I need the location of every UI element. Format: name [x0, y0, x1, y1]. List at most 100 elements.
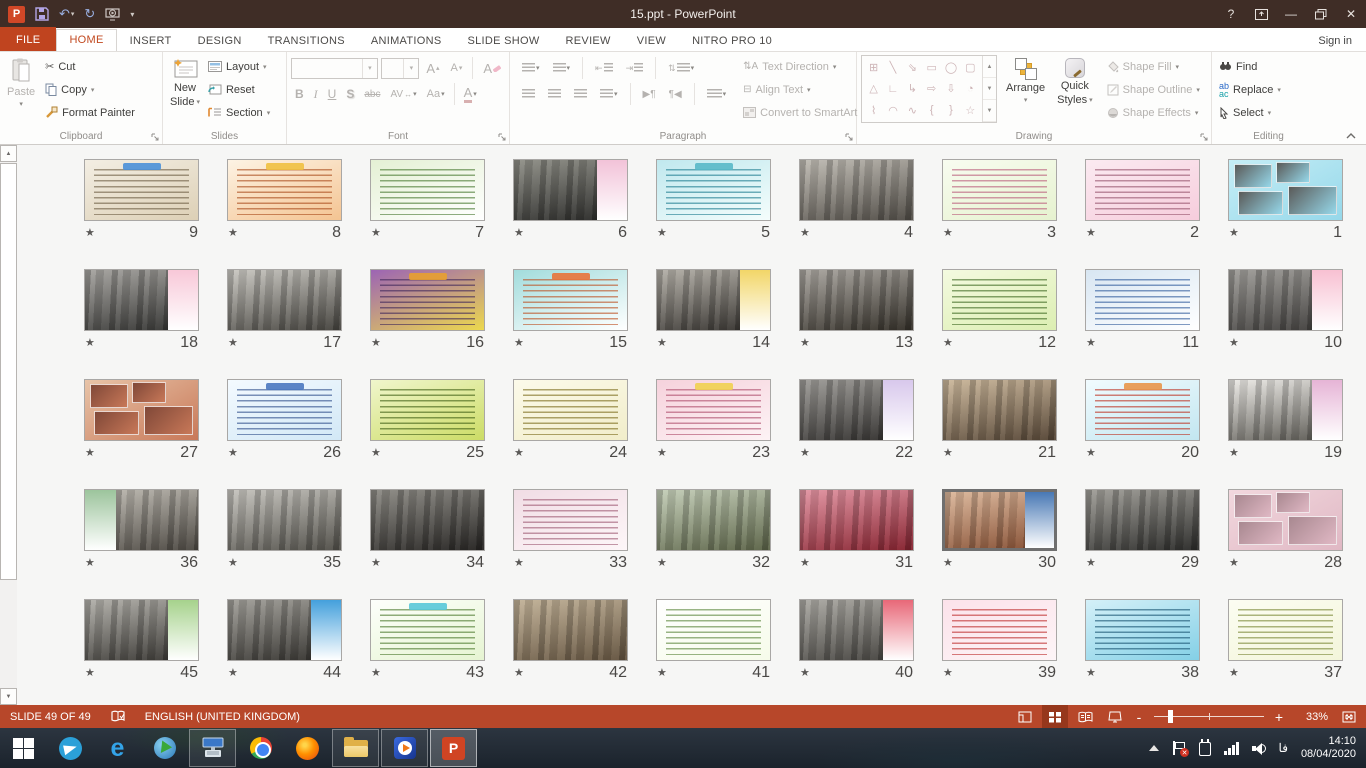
transition-star-icon[interactable]: ★	[85, 446, 95, 459]
fit-slide-to-window-icon[interactable]	[1336, 705, 1362, 728]
slide-thumbnail[interactable]	[84, 599, 199, 661]
section-dropdown-icon[interactable]: ▾	[267, 109, 271, 117]
slide-thumbnail[interactable]	[1085, 379, 1200, 441]
taskbar-powerpoint[interactable]: P	[430, 729, 477, 767]
power-plug-icon[interactable]	[1199, 742, 1211, 756]
help-icon[interactable]: ?	[1216, 0, 1246, 28]
italic-button[interactable]: I	[310, 85, 322, 104]
slide-thumbnail[interactable]	[1228, 379, 1343, 441]
transition-star-icon[interactable]: ★	[1229, 556, 1239, 569]
line-spacing-button[interactable]: ⇅▾	[664, 61, 698, 76]
transition-star-icon[interactable]: ★	[800, 556, 810, 569]
transition-star-icon[interactable]: ★	[85, 336, 95, 349]
transition-star-icon[interactable]: ★	[371, 556, 381, 569]
undo-dropdown-icon[interactable]: ▾	[71, 10, 75, 18]
shape-pie-icon[interactable]: ◔	[967, 83, 974, 95]
slide-thumbnail[interactable]	[227, 599, 342, 661]
align-left-button[interactable]	[518, 87, 539, 101]
slide-thumbnail[interactable]	[942, 489, 1057, 551]
transition-star-icon[interactable]: ★	[1229, 446, 1239, 459]
copy-dropdown-icon[interactable]: ▾	[91, 86, 95, 94]
normal-view-icon[interactable]	[1012, 705, 1038, 728]
transition-star-icon[interactable]: ★	[514, 446, 524, 459]
shape-arrow-icon[interactable]: ⇘	[908, 61, 917, 74]
ribbon-display-options-icon[interactable]	[1246, 0, 1276, 28]
tab-review[interactable]: REVIEW	[553, 30, 624, 51]
transition-star-icon[interactable]: ★	[657, 556, 667, 569]
font-color-button[interactable]: A▾	[460, 83, 481, 105]
show-hidden-icons-icon[interactable]	[1149, 745, 1159, 751]
bullets-button[interactable]: ▾	[518, 61, 544, 75]
slide-thumbnail[interactable]	[227, 379, 342, 441]
shape-outline-button[interactable]: Shape Outline▾	[1104, 78, 1203, 101]
start-button[interactable]	[0, 728, 47, 768]
transition-star-icon[interactable]: ★	[800, 666, 810, 679]
transition-star-icon[interactable]: ★	[371, 666, 381, 679]
transition-star-icon[interactable]: ★	[657, 446, 667, 459]
decrease-indent-button[interactable]: ⇤	[591, 61, 617, 76]
align-center-button[interactable]	[544, 87, 565, 101]
slide-thumbnail[interactable]	[942, 379, 1057, 441]
shape-line-icon[interactable]: ╲	[890, 61, 897, 74]
font-size-combo[interactable]: ▾	[381, 58, 420, 79]
transition-star-icon[interactable]: ★	[228, 556, 238, 569]
slide-thumbnail[interactable]	[84, 379, 199, 441]
text-direction-button[interactable]: ⇅A Text Direction▾	[740, 55, 868, 78]
align-right-button[interactable]	[570, 87, 591, 101]
shape-textbox-icon[interactable]: ⊞	[869, 61, 878, 74]
transition-star-icon[interactable]: ★	[1229, 226, 1239, 239]
quick-styles-button[interactable]: Quick Styles▾	[1054, 55, 1095, 127]
slide-thumbnail[interactable]	[1085, 599, 1200, 661]
shape-oval-icon[interactable]: ◯	[945, 61, 957, 74]
vertical-scrollbar[interactable]: ▲ ▼	[0, 145, 17, 705]
convert-to-smartart-button[interactable]: Convert to SmartArt▾	[740, 101, 868, 124]
taskbar-firefox[interactable]	[284, 728, 331, 768]
slide-thumbnail[interactable]	[799, 159, 914, 221]
taskbar-download-manager[interactable]	[141, 728, 188, 768]
network-signal-icon[interactable]	[1224, 742, 1239, 755]
transition-star-icon[interactable]: ★	[1229, 336, 1239, 349]
slide-thumbnail[interactable]	[942, 269, 1057, 331]
bold-button[interactable]: B	[291, 85, 308, 103]
slide-thumbnail[interactable]	[799, 489, 914, 551]
start-slideshow-button[interactable]	[105, 8, 120, 21]
slide-thumbnail[interactable]	[513, 489, 628, 551]
slide-indicator[interactable]: SLIDE 49 OF 49	[10, 711, 91, 723]
slide-sorter-view-icon[interactable]	[1042, 705, 1068, 728]
tab-view[interactable]: VIEW	[624, 30, 679, 51]
zoom-level[interactable]: 33%	[1290, 711, 1328, 723]
increase-font-size-button[interactable]: A▴	[422, 59, 443, 78]
transition-star-icon[interactable]: ★	[657, 336, 667, 349]
paragraph-dialog-launcher-icon[interactable]	[845, 133, 853, 141]
tab-file[interactable]: FILE	[0, 27, 56, 51]
slide-thumbnail[interactable]	[84, 159, 199, 221]
increase-indent-button[interactable]: ⇥	[622, 61, 648, 76]
strikethrough-button[interactable]: abc	[360, 87, 384, 102]
slide-thumbnail[interactable]	[1085, 159, 1200, 221]
layout-dropdown-icon[interactable]: ▾	[263, 63, 267, 71]
save-icon[interactable]	[35, 7, 49, 21]
columns-button[interactable]: ▾	[703, 87, 731, 101]
slide-thumbnail[interactable]	[370, 379, 485, 441]
change-case-button[interactable]: Aa▾	[423, 86, 449, 102]
decrease-font-size-button[interactable]: A▾	[447, 60, 467, 76]
slide-thumbnail[interactable]	[227, 489, 342, 551]
transition-star-icon[interactable]: ★	[1086, 446, 1096, 459]
shape-down-arrow-icon[interactable]: ⇩	[946, 82, 955, 95]
slide-thumbnail[interactable]	[799, 599, 914, 661]
shape-elbow-icon[interactable]: ∟	[888, 83, 899, 95]
slide-thumbnail[interactable]	[370, 159, 485, 221]
slide-thumbnail[interactable]	[370, 269, 485, 331]
undo-button[interactable]: ↶ ▾	[59, 6, 74, 22]
shape-right-arrow-icon[interactable]: ⇨	[927, 82, 936, 95]
close-icon[interactable]: ✕	[1336, 0, 1366, 28]
volume-icon[interactable]	[1252, 742, 1266, 755]
taskbar-media-player[interactable]	[381, 729, 428, 767]
clear-formatting-button[interactable]: A	[479, 59, 505, 78]
shape-rectangle-icon[interactable]: ▭	[926, 61, 936, 74]
tab-animations[interactable]: ANIMATIONS	[358, 30, 455, 51]
slide-thumbnail[interactable]	[656, 269, 771, 331]
slide-thumbnail[interactable]	[84, 489, 199, 551]
copy-button[interactable]: Copy ▾	[42, 78, 138, 101]
taskbar-file-explorer[interactable]	[332, 729, 379, 767]
